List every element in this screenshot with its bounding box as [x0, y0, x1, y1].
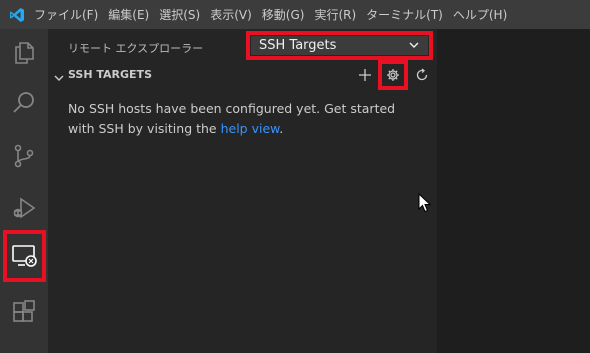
add-icon[interactable]	[354, 64, 376, 86]
activity-bar	[0, 29, 48, 353]
menu-go[interactable]: 移動(G)	[262, 6, 305, 23]
dropdown-highlight-box	[246, 31, 433, 60]
mouse-pointer-icon	[418, 192, 432, 217]
explorer-icon[interactable]	[0, 29, 48, 77]
refresh-icon[interactable]	[411, 64, 433, 86]
run-debug-icon[interactable]	[0, 184, 48, 232]
editor-area	[437, 29, 590, 353]
chevron-down-icon[interactable]	[53, 69, 65, 88]
search-icon[interactable]	[0, 79, 48, 127]
vscode-logo-icon	[0, 0, 34, 29]
sidebar-title: リモート エクスプローラー	[68, 42, 204, 55]
title-bar: ファイル(F) 編集(E) 選択(S) 表示(V) 移動(G) 実行(R) ター…	[0, 0, 590, 29]
menu-view[interactable]: 表示(V)	[210, 6, 252, 23]
menu-file[interactable]: ファイル(F)	[34, 6, 98, 23]
no-hosts-message: No SSH hosts have been configured yet. G…	[68, 99, 413, 139]
remote-explorer-icon[interactable]	[3, 230, 46, 282]
gear-highlight-box	[378, 60, 408, 90]
menu-edit[interactable]: 編集(E)	[108, 6, 149, 23]
message-end: .	[279, 121, 284, 136]
menu-terminal[interactable]: ターミナル(T)	[366, 6, 443, 23]
help-view-link[interactable]: help view	[221, 121, 280, 136]
menu-run[interactable]: 実行(R)	[314, 6, 356, 23]
extensions-icon[interactable]	[0, 288, 48, 336]
menu-selection[interactable]: 選択(S)	[159, 6, 200, 23]
remote-explorer-sidebar: リモート エクスプローラー SSH Targets SSH TARGETS No…	[48, 29, 437, 353]
source-control-icon[interactable]	[0, 132, 48, 180]
section-title: SSH TARGETS	[68, 68, 152, 81]
sidebar-header: リモート エクスプローラー SSH Targets	[48, 29, 437, 64]
menu-help[interactable]: ヘルプ(H)	[453, 6, 507, 23]
